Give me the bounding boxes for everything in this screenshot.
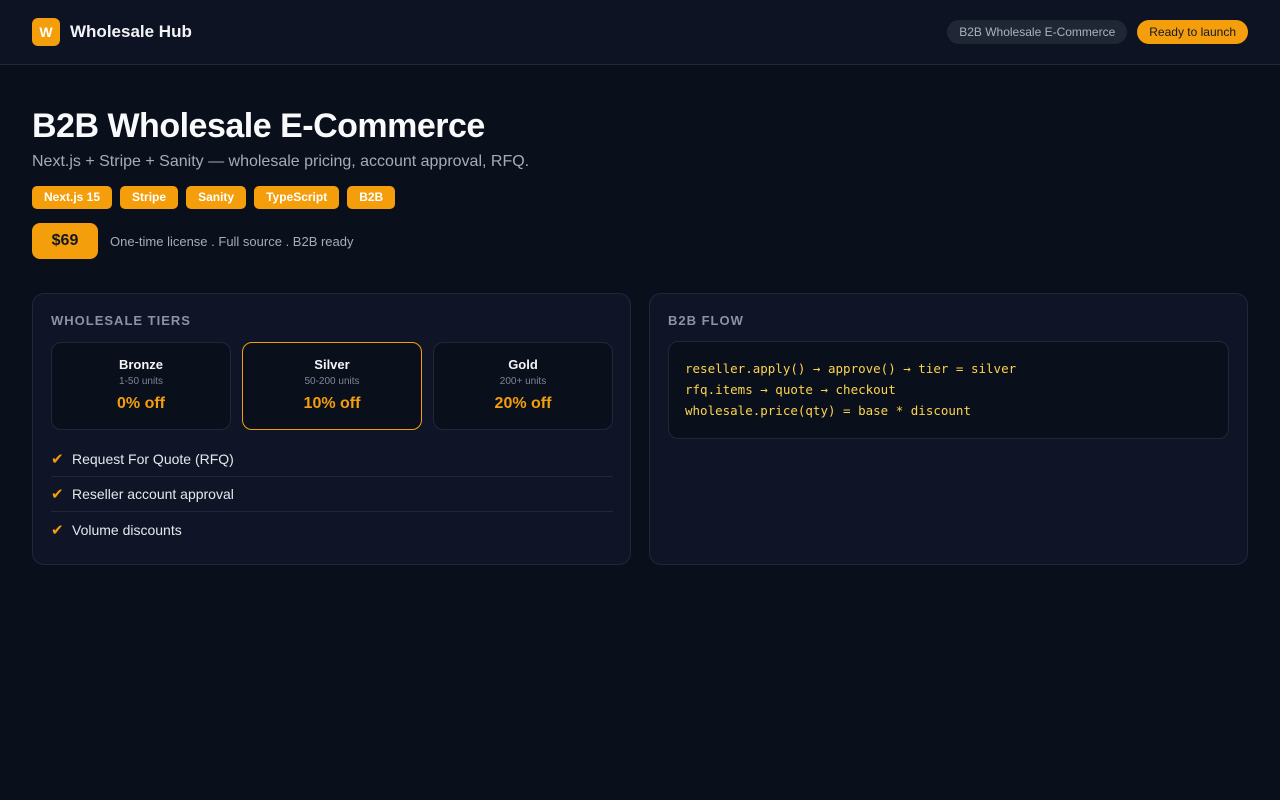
tier-options: Bronze 1-50 units 0% off Silver 50-200 u… [51,342,613,430]
card-title: WHOLESALE TIERS [51,313,191,328]
tag-sanity: Sanity [186,186,247,209]
header-badges: B2B Wholesale E-Commerce Ready to launch [947,20,1248,44]
tier-gold[interactable]: Gold 200+ units 20% off [433,342,613,430]
tag-nextjs: Next.js 15 [32,186,113,209]
category-badge: B2B Wholesale E-Commerce [947,20,1128,44]
list-item: ✔ Reseller account approval [51,477,613,512]
code-line: rfq.items → quote → checkout [685,382,896,397]
page-subtitle: Next.js + Stripe + Sanity — wholesale pr… [32,153,530,170]
logo-icon: W [32,18,60,46]
list-item: ✔ Volume discounts [51,512,613,547]
hero-section: B2B Wholesale E-Commerce Next.js + Strip… [32,104,1248,259]
feature-label: Volume discounts [72,521,182,538]
code-line: reseller.apply() → approve() → tier = si… [685,361,1017,376]
tier-range: 50-200 units [304,376,360,387]
page-title: B2B Wholesale E-Commerce [32,107,485,145]
tag-b2b: B2B [347,186,396,209]
tier-range: 200+ units [499,376,547,387]
tier-name: Silver [314,357,350,372]
tag-stripe: Stripe [120,186,179,209]
tier-discount: 0% off [117,395,165,412]
feature-list: ✔ Request For Quote (RFQ) ✔ Reseller acc… [51,442,613,547]
price-badge[interactable]: $69 [32,223,98,259]
check-icon: ✔ [51,486,64,503]
tier-silver[interactable]: Silver 50-200 units 10% off [242,342,422,430]
tier-name: Gold [508,357,538,372]
price-note: One-time license . Full source . B2B rea… [110,233,354,249]
card-title: B2B FLOW [668,313,744,328]
feature-label: Reseller account approval [72,486,234,502]
feature-label: Request For Quote (RFQ) [72,451,234,467]
tier-name: Bronze [118,357,164,372]
brand-name: Wholesale Hub [70,22,192,41]
tier-discount: 10% off [303,395,361,412]
b2b-flow-card: B2B FLOW reseller.apply() → approve() → … [649,293,1248,565]
code-block: reseller.apply() → approve() → tier = si… [668,341,1229,439]
tier-bronze[interactable]: Bronze 1-50 units 0% off [51,342,231,430]
code-line: wholesale.price(qty) = base * discount [685,403,971,418]
tier-discount: 20% off [494,395,552,412]
wholesale-tiers-card: WHOLESALE TIERS Bronze 1-50 units 0% off… [32,293,631,565]
brand[interactable]: W Wholesale Hub [32,18,192,46]
price-row: $69 One-time license . Full source . B2B… [32,223,1248,259]
top-bar: W Wholesale Hub B2B Wholesale E-Commerce… [0,0,1280,65]
tier-range: 1-50 units [119,376,163,387]
check-icon: ✔ [51,521,64,539]
tag-typescript: TypeScript [254,186,340,209]
tech-tags: Next.js 15 Stripe Sanity TypeScript B2B [32,186,1248,209]
status-badge: Ready to launch [1137,20,1248,44]
check-icon: ✔ [51,451,64,468]
list-item: ✔ Request For Quote (RFQ) [51,442,613,477]
